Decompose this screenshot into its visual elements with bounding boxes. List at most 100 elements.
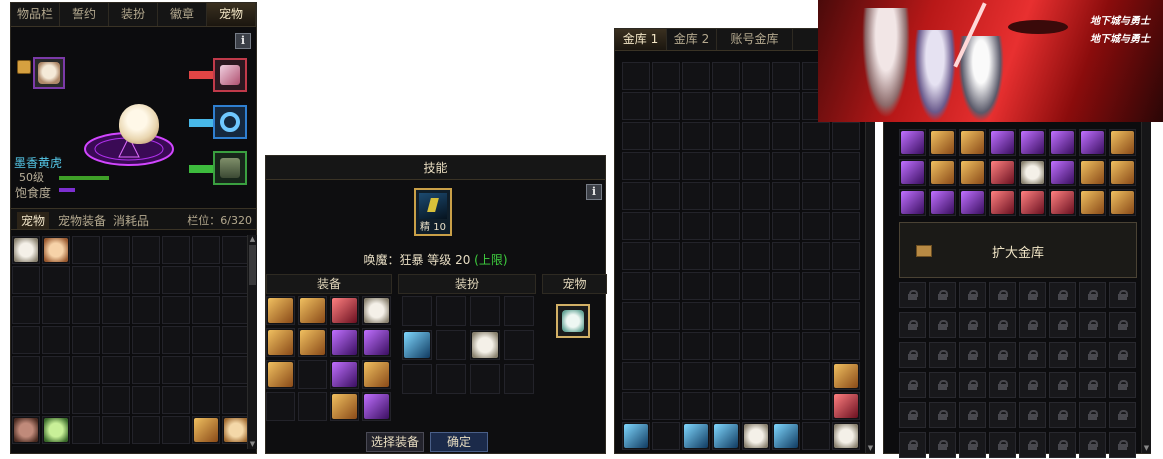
costume-slot[interactable] (504, 296, 534, 326)
tab-items[interactable]: 物品栏 (11, 3, 60, 26)
inventory-slot[interactable] (222, 416, 250, 444)
bank-slot[interactable] (712, 182, 740, 210)
inventory-slot[interactable] (162, 416, 190, 444)
inventory-slot[interactable] (102, 326, 130, 354)
bank-slot[interactable] (712, 272, 740, 300)
bank-slot[interactable] (682, 422, 710, 450)
pet-slot[interactable] (556, 304, 590, 338)
inventory-slot[interactable] (162, 266, 190, 294)
bank-slot[interactable] (652, 152, 680, 180)
scroll-down-icon[interactable]: ▼ (248, 440, 257, 449)
bank-slot[interactable] (742, 122, 770, 150)
bank-slot[interactable] (802, 152, 830, 180)
bank-slot[interactable] (742, 302, 770, 330)
bank-slot[interactable] (772, 212, 800, 240)
inventory-slot[interactable] (132, 326, 160, 354)
subtab-pet[interactable]: 宠物 (17, 212, 50, 229)
select-equipment-button[interactable]: 选择装备 (366, 432, 424, 452)
bank-slot[interactable] (959, 159, 986, 186)
inventory-slot[interactable] (42, 236, 70, 264)
bank-slot[interactable] (989, 159, 1016, 186)
bank-slot[interactable] (652, 212, 680, 240)
pet-portrait-slot[interactable] (33, 57, 65, 89)
bank-slot[interactable] (772, 92, 800, 120)
equipment-slot[interactable] (298, 360, 327, 389)
inventory-slot[interactable] (222, 356, 250, 384)
bank-slot[interactable] (959, 129, 986, 156)
tab-costume[interactable]: 装扮 (109, 3, 158, 26)
bank-slot[interactable] (652, 302, 680, 330)
bank-slot[interactable] (742, 212, 770, 240)
inventory-slot[interactable] (162, 356, 190, 384)
ring-slot[interactable] (213, 105, 247, 139)
tab-pet[interactable]: 宠物 (207, 3, 256, 26)
bank-slot[interactable] (682, 272, 710, 300)
bank-slot[interactable] (742, 422, 770, 450)
bank-slot[interactable] (832, 332, 860, 360)
bank-slot[interactable] (772, 152, 800, 180)
bank-slot[interactable] (832, 122, 860, 150)
bank-slot[interactable] (832, 422, 860, 450)
bank-slot[interactable] (899, 129, 926, 156)
bank-slot[interactable] (742, 182, 770, 210)
inventory-slot[interactable] (72, 236, 100, 264)
bank-slot[interactable] (712, 302, 740, 330)
bank-slot[interactable] (802, 242, 830, 270)
bank-slot[interactable] (682, 392, 710, 420)
inventory-slot[interactable] (222, 266, 250, 294)
bank-slot[interactable] (772, 422, 800, 450)
bank-slot[interactable] (712, 152, 740, 180)
inventory-slot[interactable] (72, 326, 100, 354)
bank-slot[interactable] (652, 92, 680, 120)
bank-slot[interactable] (652, 332, 680, 360)
costume-slot[interactable] (402, 296, 432, 326)
bank-slot[interactable] (622, 182, 650, 210)
inventory-slot[interactable] (42, 296, 70, 324)
inventory-slot[interactable] (102, 236, 130, 264)
tab-emblem[interactable]: 徽章 (158, 3, 207, 26)
equipment-slot[interactable] (362, 392, 391, 421)
bank-slot[interactable] (1019, 159, 1046, 186)
bank-slot[interactable] (622, 362, 650, 390)
bank-slot[interactable] (622, 152, 650, 180)
inventory-slot[interactable] (102, 266, 130, 294)
bank-slot[interactable] (1109, 129, 1136, 156)
bank-slot[interactable] (772, 62, 800, 90)
bank-slot[interactable] (772, 272, 800, 300)
inventory-slot[interactable] (132, 236, 160, 264)
costume-slot[interactable] (436, 330, 466, 360)
bank-slot[interactable] (772, 392, 800, 420)
lock-icon[interactable] (17, 60, 31, 74)
bank-slot[interactable] (682, 122, 710, 150)
equipment-slot[interactable] (330, 360, 359, 389)
equipment-slot[interactable] (266, 392, 295, 421)
inventory-slot[interactable] (192, 296, 220, 324)
scroll-down-icon[interactable]: ▼ (866, 444, 875, 453)
bank-slot[interactable] (1109, 189, 1136, 216)
bank-slot[interactable] (1019, 129, 1046, 156)
tab-account-bank[interactable]: 账号金库 (717, 29, 793, 50)
inventory-slot[interactable] (72, 356, 100, 384)
bank-slot[interactable] (712, 362, 740, 390)
costume-slot[interactable] (402, 330, 432, 360)
bank-slot[interactable] (712, 332, 740, 360)
bank-slot[interactable] (742, 272, 770, 300)
bank-slot[interactable] (712, 92, 740, 120)
inventory-slot[interactable] (192, 236, 220, 264)
bank-slot[interactable] (742, 362, 770, 390)
bank-slot[interactable] (712, 62, 740, 90)
bank-slot[interactable] (622, 212, 650, 240)
bank-slot[interactable] (682, 212, 710, 240)
bank-slot[interactable] (652, 182, 680, 210)
costume-slot[interactable] (470, 330, 500, 360)
bank-slot[interactable] (1109, 159, 1136, 186)
bank-slot[interactable] (622, 92, 650, 120)
bank-slot[interactable] (802, 182, 830, 210)
costume-slot[interactable] (504, 330, 534, 360)
confirm-button[interactable]: 确定 (430, 432, 488, 452)
inventory-slot[interactable] (12, 386, 40, 414)
bank-slot[interactable] (622, 392, 650, 420)
inventory-slot[interactable] (42, 356, 70, 384)
inventory-slot[interactable] (222, 386, 250, 414)
bank-slot[interactable] (1079, 129, 1106, 156)
